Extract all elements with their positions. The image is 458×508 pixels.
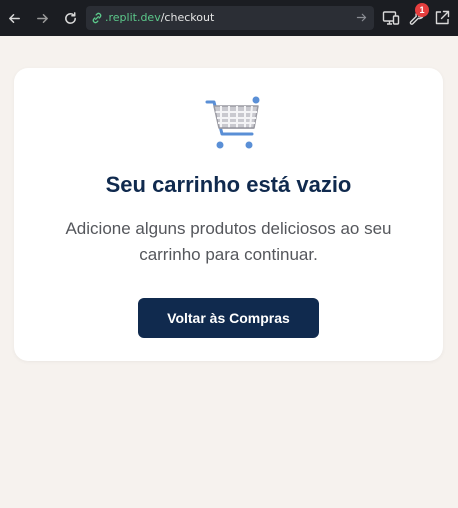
empty-cart-title: Seu carrinho está vazio xyxy=(105,172,352,197)
url-host: .replit.dev xyxy=(105,11,161,24)
empty-cart-message: Adicione alguns produtos deliciosos ao s… xyxy=(65,219,392,264)
open-in-new-tab-button[interactable] xyxy=(433,9,451,27)
forward-button[interactable] xyxy=(31,7,53,29)
external-link-icon xyxy=(435,10,450,25)
reload-icon xyxy=(64,11,76,24)
devices-icon xyxy=(382,11,400,25)
devices-button[interactable] xyxy=(382,9,400,27)
back-to-shopping-button[interactable]: Voltar às Compras xyxy=(138,298,319,338)
empty-cart-card: Seu carrinho está vazio Adicione alguns … xyxy=(14,68,443,361)
go-arrow-icon[interactable] xyxy=(355,11,368,24)
browser-toolbar: .replit.dev/checkout 1 xyxy=(0,0,458,36)
shopping-cart-icon xyxy=(205,96,260,149)
notification-badge: 1 xyxy=(415,3,429,17)
address-bar[interactable]: .replit.dev/checkout xyxy=(86,6,374,30)
url-text: .replit.dev/checkout xyxy=(105,11,214,25)
url-path: /checkout xyxy=(160,11,215,24)
back-arrow-icon xyxy=(8,13,20,23)
back-button[interactable] xyxy=(3,7,25,29)
link-icon xyxy=(92,12,102,24)
reload-button[interactable] xyxy=(59,7,81,29)
forward-arrow-icon xyxy=(36,13,48,23)
